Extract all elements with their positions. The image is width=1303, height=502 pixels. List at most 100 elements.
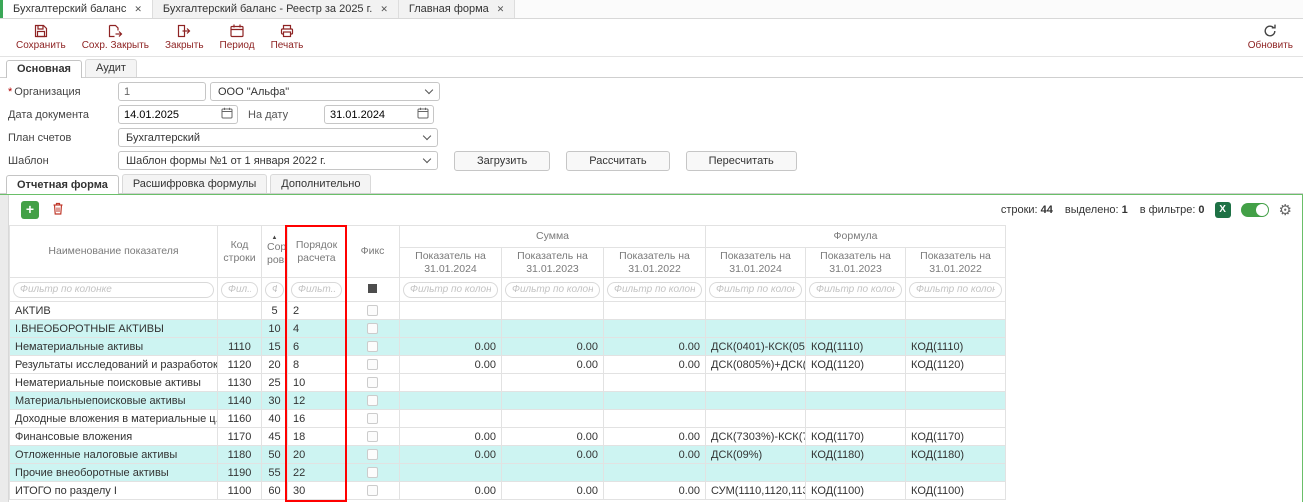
table-row[interactable]: Материальныепоисковые активы11403012	[10, 392, 1006, 410]
calendar-button[interactable]: Период	[212, 22, 263, 51]
table-row[interactable]: Нематериальные активы11101560.000.000.00…	[10, 338, 1006, 356]
column-header[interactable]: Показатель на 31.01.2024	[400, 248, 502, 278]
fix-checkbox[interactable]	[367, 413, 378, 424]
save-button[interactable]: Сохранить	[8, 22, 74, 51]
window-tab[interactable]: Бухгалтерский баланс - Реестр за 2025 г.…	[153, 0, 399, 18]
grid-cell	[906, 320, 1006, 338]
column-filter-input[interactable]	[607, 282, 702, 298]
grid-cell: Нематериальные поисковые активы	[10, 374, 218, 392]
trash-icon	[51, 201, 65, 219]
refresh-icon	[1262, 22, 1278, 39]
table-row[interactable]: Нематериальные поисковые активы11302510	[10, 374, 1006, 392]
filter-cell	[502, 278, 604, 302]
fix-checkbox[interactable]	[367, 467, 378, 478]
table-row[interactable]: I.ВНЕОБОРОТНЫЕ АКТИВЫ104	[10, 320, 1006, 338]
close-tab-icon[interactable]: ✕	[380, 4, 388, 15]
fix-filter-checkbox[interactable]	[368, 284, 377, 293]
column-filter-input[interactable]	[809, 282, 902, 298]
fix-checkbox[interactable]	[367, 323, 378, 334]
fix-checkbox[interactable]	[367, 449, 378, 460]
column-header[interactable]: Показатель на 31.01.2023	[806, 248, 906, 278]
column-filter-input[interactable]	[709, 282, 802, 298]
grid-cell: 18	[288, 428, 346, 446]
grid-cell: 2	[288, 302, 346, 320]
table-row[interactable]: Доходные вложения в материальные ц..1160…	[10, 410, 1006, 428]
fix-checkbox[interactable]	[367, 341, 378, 352]
calculate-button[interactable]: Рассчитать	[566, 151, 669, 171]
fix-checkbox[interactable]	[367, 359, 378, 370]
grid-cell: 0.00	[502, 356, 604, 374]
calendar-icon[interactable]	[221, 107, 233, 122]
organization-code-field[interactable]	[118, 82, 206, 101]
save-close-button[interactable]: Сохр. Закрыть	[74, 22, 157, 51]
column-header[interactable]: Фикс	[346, 226, 400, 278]
grid-cell: 4	[288, 320, 346, 338]
fix-checkbox[interactable]	[367, 305, 378, 316]
close-tab-icon[interactable]: ✕	[134, 4, 142, 15]
column-header[interactable]: Показатель на 31.01.2024	[706, 248, 806, 278]
template-combobox[interactable]: Шаблон формы №1 от 1 января 2022 г.	[118, 151, 438, 170]
column-filter-input[interactable]	[505, 282, 600, 298]
close-form-button[interactable]: Закрыть	[157, 22, 212, 51]
table-row[interactable]: Результаты исследований и разработок1120…	[10, 356, 1006, 374]
report-tab[interactable]: Дополнительно	[270, 174, 371, 193]
report-tab[interactable]: Отчетная форма	[6, 175, 119, 194]
settings-gear-icon[interactable]: ⚙	[1279, 203, 1292, 218]
main-tab[interactable]: Основная	[6, 60, 82, 78]
report-tab[interactable]: Расшифровка формулы	[122, 174, 267, 193]
on-date-field[interactable]	[324, 105, 434, 124]
column-filter-input[interactable]	[13, 282, 214, 298]
grid-cell: ДСК(0805%)+ДСК(08...	[706, 356, 806, 374]
table-row[interactable]: Отложенные налоговые активы118050200.000…	[10, 446, 1006, 464]
calendar-icon[interactable]	[417, 107, 429, 122]
doc-date-field[interactable]	[118, 105, 238, 124]
filter-toggle[interactable]	[1241, 203, 1269, 217]
doc-date-input[interactable]	[120, 109, 204, 121]
table-row[interactable]: ИТОГО по разделу I110060300.000.000.00СУ…	[10, 482, 1006, 500]
column-header[interactable]: Показатель на 31.01.2022	[604, 248, 706, 278]
excel-export-button[interactable]: X	[1215, 202, 1231, 218]
delete-row-button[interactable]	[49, 201, 67, 219]
column-header[interactable]: Код строки	[218, 226, 262, 278]
on-date-input[interactable]	[326, 109, 410, 121]
column-filter-input[interactable]	[403, 282, 498, 298]
fix-checkbox[interactable]	[367, 395, 378, 406]
column-header[interactable]: ▲Сорти ровка	[262, 226, 288, 278]
column-header[interactable]: Показатель на 31.01.2022	[906, 248, 1006, 278]
grid-cell: СУМ(1110,1120,113...	[706, 482, 806, 500]
column-filter-input[interactable]	[291, 282, 342, 298]
main-tab[interactable]: Аудит	[85, 59, 137, 77]
chart-of-accounts-combobox[interactable]: Бухгалтерский	[118, 128, 438, 147]
table-row[interactable]: АКТИВ52	[10, 302, 1006, 320]
grid-cell: 0.00	[400, 338, 502, 356]
column-filter-input[interactable]	[265, 282, 284, 298]
fix-checkbox[interactable]	[367, 377, 378, 388]
column-header[interactable]: Показатель на 31.01.2023	[502, 248, 604, 278]
table-row[interactable]: Финансовые вложения117045180.000.000.00Д…	[10, 428, 1006, 446]
report-grid: Наименование показателяКод строки▲Сорти …	[9, 225, 1006, 500]
recalculate-button[interactable]: Пересчитать	[686, 151, 797, 171]
load-button[interactable]: Загрузить	[454, 151, 550, 171]
grid-cell	[604, 392, 706, 410]
table-row[interactable]: Прочие внеоборотные активы11905522	[10, 464, 1006, 482]
grid-cell	[806, 302, 906, 320]
fix-checkbox[interactable]	[367, 431, 378, 442]
refresh-button[interactable]: Обновить	[1240, 22, 1295, 51]
column-filter-input[interactable]	[909, 282, 1002, 298]
column-header[interactable]: Наименование показателя	[10, 226, 218, 278]
left-splitter[interactable]	[0, 195, 9, 502]
column-header[interactable]: Порядок расчета	[288, 226, 346, 278]
fix-checkbox[interactable]	[367, 485, 378, 496]
print-button[interactable]: Печать	[263, 22, 312, 51]
grid-cell: 10	[262, 320, 288, 338]
close-tab-icon[interactable]: ✕	[497, 4, 505, 15]
grid-cell	[502, 320, 604, 338]
grid-cell: 1190	[218, 464, 262, 482]
window-tab[interactable]: Бухгалтерский баланс✕	[3, 0, 153, 18]
window-tab[interactable]: Главная форма✕	[399, 0, 515, 18]
add-row-button[interactable]: +	[21, 201, 39, 219]
column-filter-input[interactable]	[221, 282, 258, 298]
organization-combobox[interactable]: ООО "Альфа"	[210, 82, 440, 101]
grid-cell	[218, 302, 262, 320]
grid-cell	[400, 302, 502, 320]
